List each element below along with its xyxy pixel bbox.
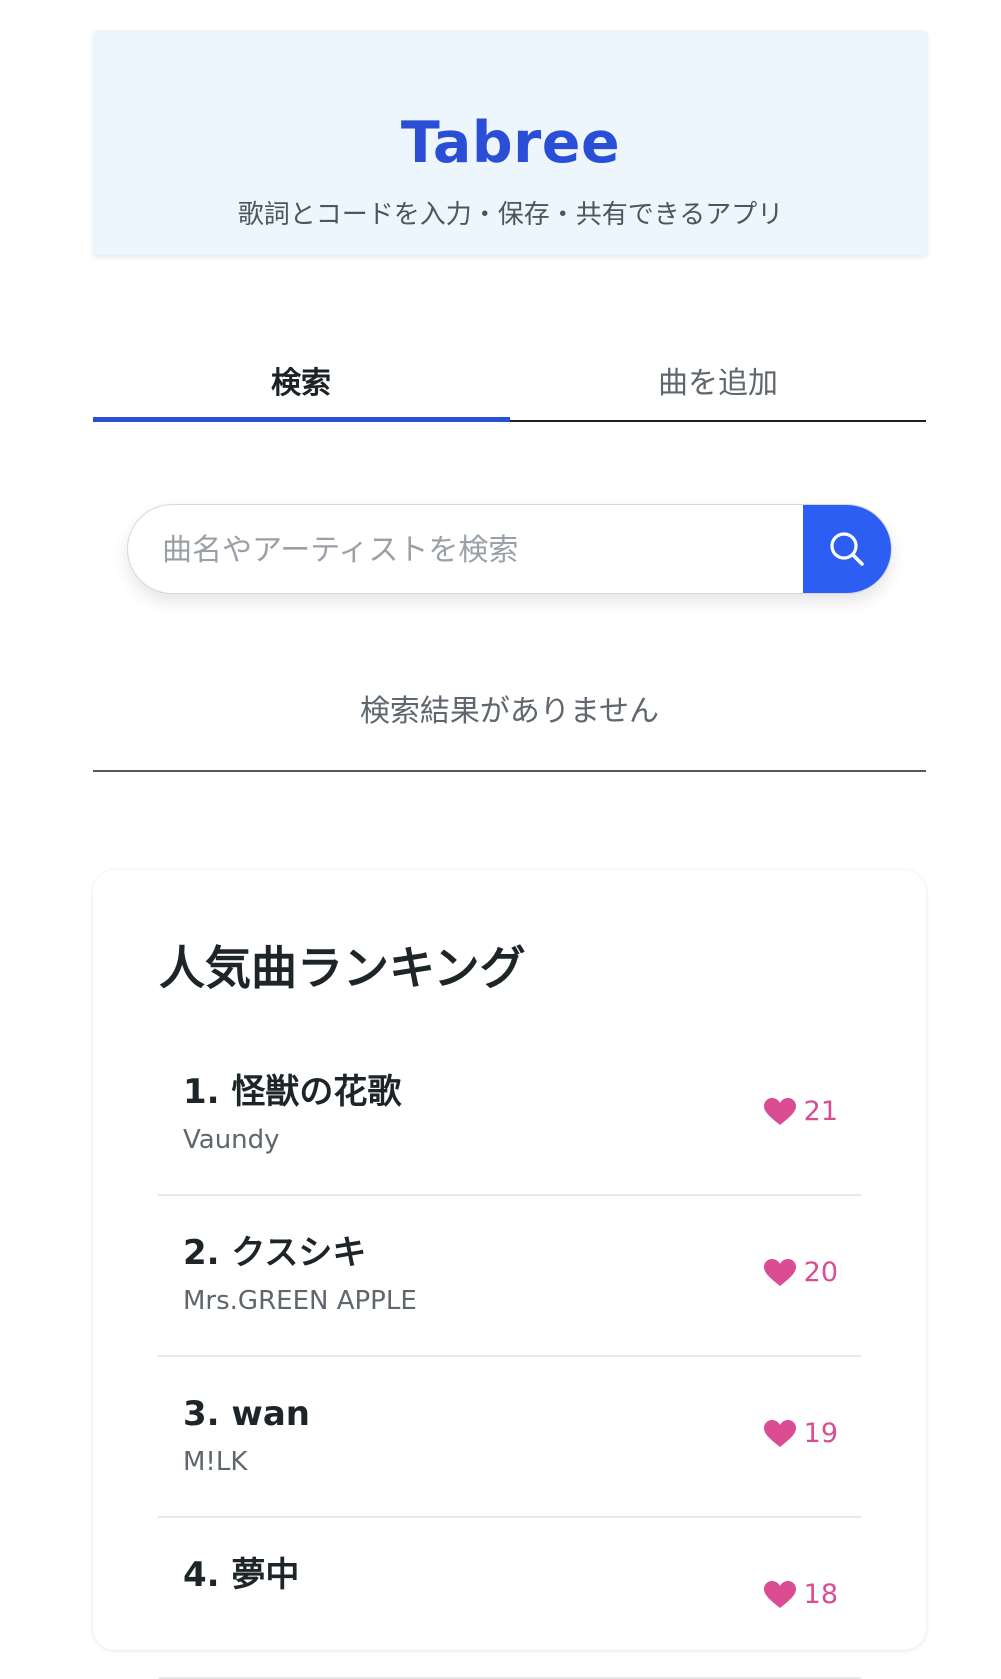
ranking-item[interactable]: 1. 怪獣の花歌 Vaundy 21 bbox=[158, 1035, 861, 1196]
heart-icon bbox=[763, 1581, 796, 1608]
like-button[interactable]: 20 bbox=[763, 1256, 838, 1290]
search-bar bbox=[127, 504, 892, 594]
ranking-item[interactable]: 2. クスシキ Mrs.GREEN APPLE 20 bbox=[158, 1196, 861, 1357]
heart-icon bbox=[763, 1098, 796, 1125]
like-count: 21 bbox=[803, 1096, 838, 1127]
heart-icon bbox=[763, 1259, 796, 1286]
ranking-item[interactable]: 4. 夢中 18 bbox=[158, 1518, 861, 1679]
ranking-title: 人気曲ランキング bbox=[159, 941, 526, 995]
like-button[interactable]: 21 bbox=[763, 1095, 838, 1129]
song-title: 2. クスシキ bbox=[183, 1233, 367, 1273]
ranking-list: 1. 怪獣の花歌 Vaundy 21 2. クスシキ Mrs.GREEN APP… bbox=[158, 1035, 861, 1679]
song-title: 3. wan bbox=[183, 1394, 310, 1434]
section-divider bbox=[93, 770, 926, 772]
app-header: Tabree 歌詞とコードを入力・保存・共有できるアプリ bbox=[93, 30, 928, 255]
ranking-card: 人気曲ランキング 1. 怪獣の花歌 Vaundy 21 2. クスシキ Mrs.… bbox=[93, 870, 926, 1679]
tab-bar: 検索 曲を追加 bbox=[93, 340, 926, 422]
tab-search[interactable]: 検索 bbox=[93, 340, 509, 420]
like-button[interactable]: 19 bbox=[763, 1417, 838, 1451]
search-input[interactable] bbox=[160, 505, 804, 593]
search-icon bbox=[830, 532, 864, 566]
song-title: 1. 怪獣の花歌 bbox=[183, 1072, 402, 1112]
app-title: Tabree bbox=[400, 110, 621, 176]
song-artist: M!LK bbox=[183, 1447, 248, 1477]
app-subtitle: 歌詞とコードを入力・保存・共有できるアプリ bbox=[237, 200, 784, 230]
song-title: 4. 夢中 bbox=[183, 1555, 300, 1595]
tab-add-song[interactable]: 曲を追加 bbox=[510, 340, 926, 420]
ranking-item[interactable]: 3. wan M!LK 19 bbox=[158, 1357, 861, 1518]
song-artist: Mrs.GREEN APPLE bbox=[183, 1286, 417, 1316]
like-count: 19 bbox=[803, 1418, 838, 1449]
like-count: 20 bbox=[803, 1257, 838, 1288]
song-artist: Vaundy bbox=[183, 1125, 280, 1155]
like-button[interactable]: 18 bbox=[763, 1578, 838, 1612]
active-tab-indicator bbox=[93, 417, 510, 422]
empty-results-message: 検索結果がありません bbox=[359, 694, 660, 729]
search-button[interactable] bbox=[803, 505, 891, 593]
like-count: 18 bbox=[803, 1579, 838, 1610]
heart-icon bbox=[763, 1420, 796, 1447]
